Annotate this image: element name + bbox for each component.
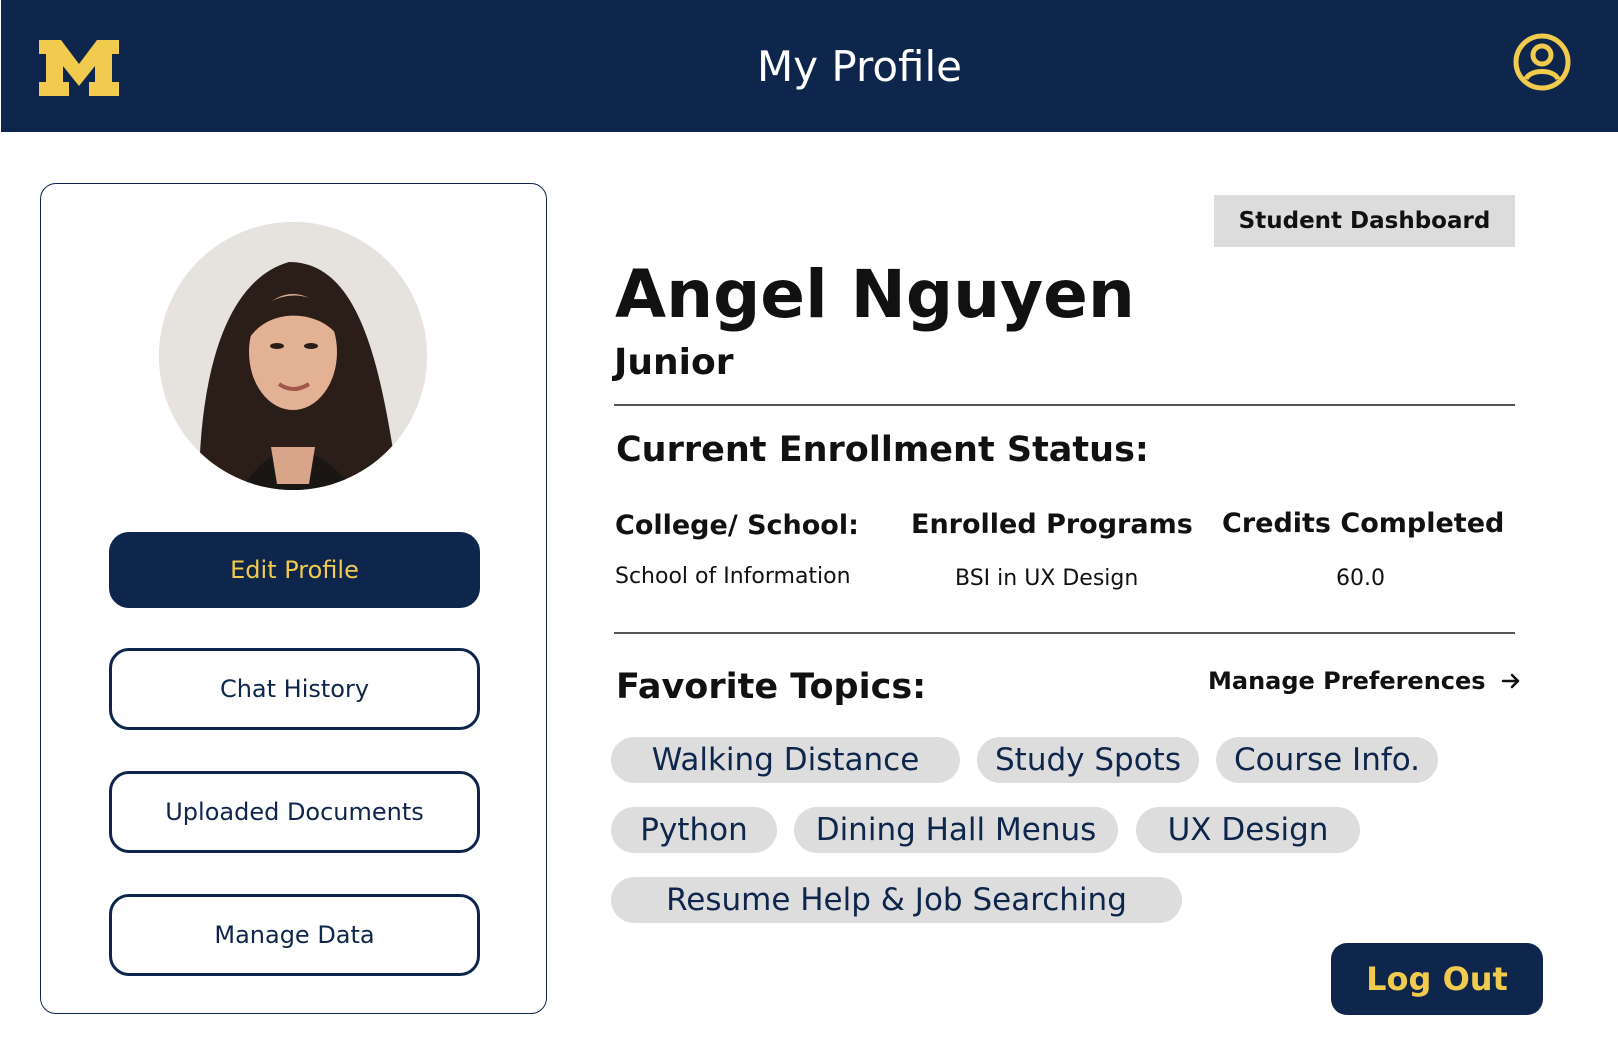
topic-chip[interactable]: Python	[611, 807, 777, 853]
manage-preferences-label: Manage Preferences	[1208, 667, 1486, 695]
enrolled-programs-value: BSI in UX Design	[955, 566, 1139, 591]
edit-profile-button[interactable]: Edit Profile	[109, 532, 480, 608]
top-header: My Profile	[1, 0, 1618, 132]
uploaded-documents-button[interactable]: Uploaded Documents	[109, 771, 480, 853]
enrolled-programs-header: Enrolled Programs	[911, 509, 1193, 540]
log-out-button[interactable]: Log Out	[1331, 943, 1543, 1015]
enrollment-title: Current Enrollment Status:	[616, 430, 1149, 470]
topic-chip[interactable]: Resume Help & Job Searching	[611, 877, 1182, 923]
student-name: Angel Nguyen	[615, 256, 1135, 333]
college-school-header: College/ School:	[615, 510, 859, 541]
topic-chip[interactable]: Study Spots	[977, 737, 1199, 783]
page-title: My Profile	[756, 42, 963, 91]
student-year: Junior	[614, 342, 734, 383]
manage-data-button[interactable]: Manage Data	[109, 894, 480, 976]
manage-preferences-link[interactable]: Manage Preferences	[1208, 667, 1522, 695]
topic-chip[interactable]: UX Design	[1136, 807, 1360, 853]
topic-chip[interactable]: Dining Hall Menus	[794, 807, 1118, 853]
student-dashboard-button[interactable]: Student Dashboard	[1214, 195, 1515, 247]
account-circle-icon[interactable]	[1513, 33, 1571, 91]
chat-history-button[interactable]: Chat History	[109, 648, 480, 730]
arrow-right-icon	[1501, 673, 1519, 689]
divider	[614, 404, 1515, 406]
credits-completed-value: 60.0	[1336, 566, 1385, 591]
divider	[614, 632, 1515, 634]
favorite-topics-title: Favorite Topics:	[616, 667, 927, 707]
profile-photo	[159, 222, 427, 490]
avatar	[159, 222, 427, 490]
credits-completed-header: Credits Completed	[1222, 508, 1505, 539]
topic-chip[interactable]: Walking Distance	[611, 737, 960, 783]
college-school-value: School of Information	[615, 564, 851, 589]
topic-chip[interactable]: Course Info.	[1216, 737, 1438, 783]
profile-sidebar-card: Edit Profile Chat History Uploaded Docum…	[40, 183, 547, 1014]
